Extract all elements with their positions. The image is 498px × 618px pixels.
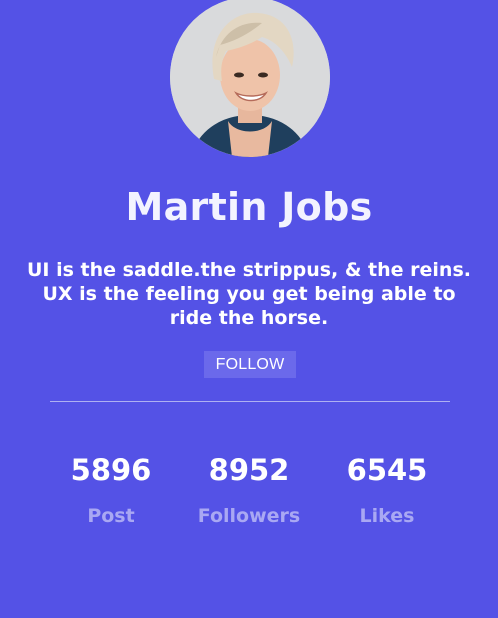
follow-button[interactable]: FOLLOW [204, 351, 296, 378]
profile-bio: UI is the saddle.the strippus, & the rei… [27, 259, 471, 329]
divider [50, 401, 450, 402]
stat-post-value: 5896 [70, 453, 152, 487]
stat-likes-value: 6545 [346, 453, 428, 487]
stat-followers-label: Followers [197, 505, 301, 527]
stat-likes-label: Likes [359, 505, 415, 527]
stat-likes: 6545 Likes [317, 450, 457, 528]
avatar [170, 0, 330, 157]
stat-followers-value: 8952 [208, 453, 290, 487]
stat-post: 5896 Post [41, 450, 181, 528]
stat-post-label: Post [87, 505, 135, 527]
profile-card: Martin Jobs UI is the saddle.the strippu… [0, 0, 498, 618]
stat-followers: 8952 Followers [179, 450, 319, 528]
profile-name: Martin Jobs [125, 185, 373, 229]
avatar-photo [170, 0, 330, 157]
